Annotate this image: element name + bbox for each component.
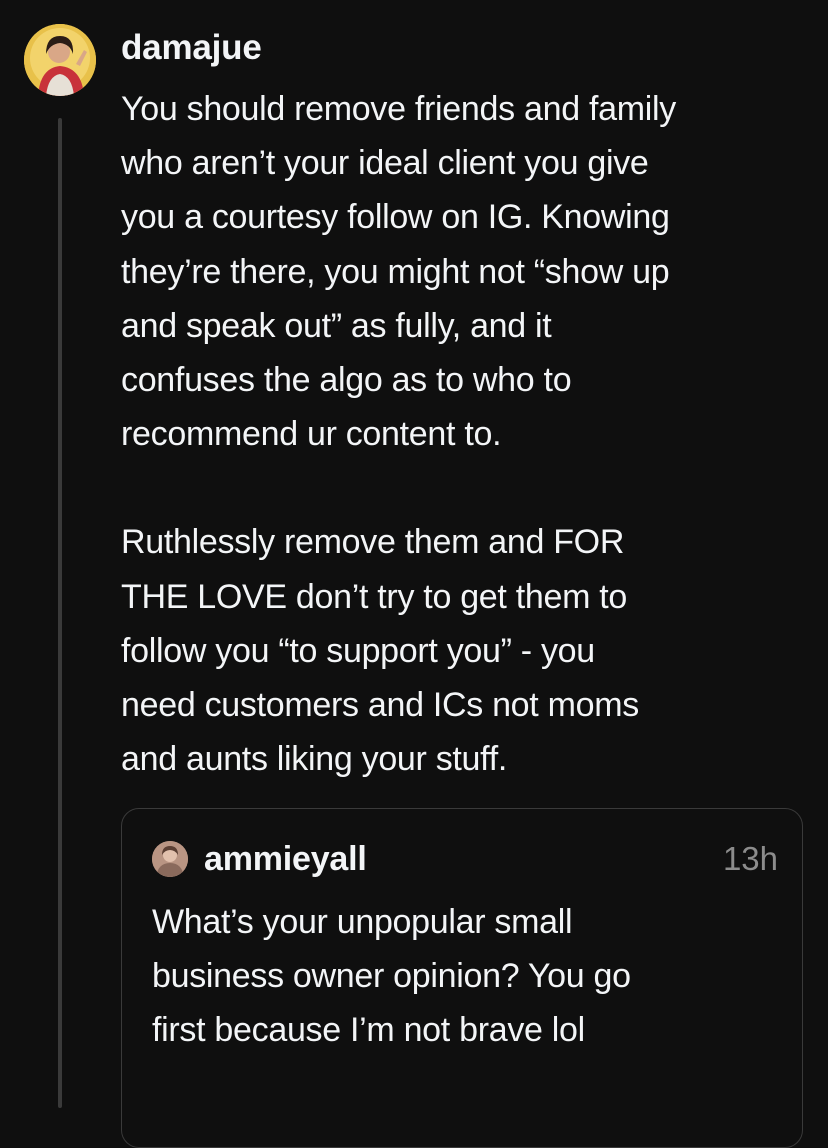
quoted-author-avatar[interactable] — [152, 841, 188, 877]
author-avatar[interactable] — [24, 24, 96, 96]
profile-photo-icon — [152, 841, 188, 877]
quoted-post-text: What’s your unpopular small business own… — [152, 903, 631, 1049]
post-author-username[interactable]: damajue — [121, 26, 262, 70]
post-paragraph: Ruthlessly remove them and FOR THE LOVE … — [121, 523, 639, 779]
quoted-post-timestamp: 13h — [722, 840, 778, 877]
thread-line — [58, 118, 62, 1108]
post-body: You should remove friends and family who… — [121, 82, 821, 786]
profile-photo-icon — [24, 24, 96, 96]
quoted-author-username[interactable]: ammieyall — [204, 838, 367, 880]
post-paragraph: You should remove friends and family who… — [121, 90, 676, 454]
quoted-post-card[interactable]: ammieyall 13h What’s your unpopular smal… — [121, 808, 803, 1148]
